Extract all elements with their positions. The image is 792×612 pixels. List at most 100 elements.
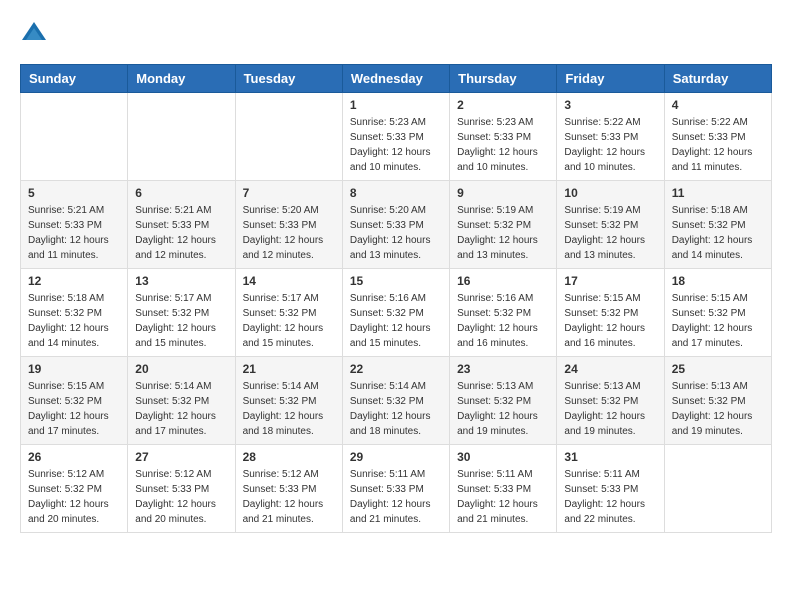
calendar-cell: 5 Sunrise: 5:21 AM Sunset: 5:33 PM Daylig…: [21, 181, 128, 269]
calendar-cell: 4 Sunrise: 5:22 AM Sunset: 5:33 PM Daylig…: [664, 93, 771, 181]
day-info: Sunrise: 5:20 AM Sunset: 5:33 PM Dayligh…: [350, 203, 442, 263]
day-number: 4: [672, 98, 764, 112]
day-number: 11: [672, 186, 764, 200]
day-number: 17: [564, 274, 656, 288]
day-number: 31: [564, 450, 656, 464]
calendar-cell: 22 Sunrise: 5:14 AM Sunset: 5:32 PM Dayli…: [342, 357, 449, 445]
day-number: 29: [350, 450, 442, 464]
day-number: 27: [135, 450, 227, 464]
calendar-week-row: 5 Sunrise: 5:21 AM Sunset: 5:33 PM Daylig…: [21, 181, 772, 269]
calendar-cell: 9 Sunrise: 5:19 AM Sunset: 5:32 PM Daylig…: [450, 181, 557, 269]
calendar-cell: 31 Sunrise: 5:11 AM Sunset: 5:33 PM Dayli…: [557, 445, 664, 533]
logo: [20, 20, 52, 48]
day-number: 15: [350, 274, 442, 288]
calendar-cell: 23 Sunrise: 5:13 AM Sunset: 5:32 PM Dayli…: [450, 357, 557, 445]
day-number: 12: [28, 274, 120, 288]
day-number: 26: [28, 450, 120, 464]
calendar-week-row: 19 Sunrise: 5:15 AM Sunset: 5:32 PM Dayli…: [21, 357, 772, 445]
day-number: 16: [457, 274, 549, 288]
day-info: Sunrise: 5:17 AM Sunset: 5:32 PM Dayligh…: [243, 291, 335, 351]
calendar-week-row: 1Sunrise: 5:23 AM Sunset: 5:33 PM Daylig…: [21, 93, 772, 181]
calendar-cell: 13 Sunrise: 5:17 AM Sunset: 5:32 PM Dayli…: [128, 269, 235, 357]
day-number: 19: [28, 362, 120, 376]
calendar-cell: 27 Sunrise: 5:12 AM Sunset: 5:33 PM Dayli…: [128, 445, 235, 533]
day-info: Sunrise: 5:12 AM Sunset: 5:33 PM Dayligh…: [135, 467, 227, 527]
day-info: Sunrise: 5:15 AM Sunset: 5:32 PM Dayligh…: [672, 291, 764, 351]
day-info: Sunrise: 5:12 AM Sunset: 5:33 PM Dayligh…: [243, 467, 335, 527]
day-number: 7: [243, 186, 335, 200]
calendar-cell: 3 Sunrise: 5:22 AM Sunset: 5:33 PM Daylig…: [557, 93, 664, 181]
calendar-cell: 15 Sunrise: 5:16 AM Sunset: 5:32 PM Dayli…: [342, 269, 449, 357]
day-number: 18: [672, 274, 764, 288]
day-number: 1: [350, 98, 442, 112]
day-info: Sunrise: 5:16 AM Sunset: 5:32 PM Dayligh…: [457, 291, 549, 351]
calendar-header-row: SundayMondayTuesdayWednesdayThursdayFrid…: [21, 65, 772, 93]
calendar-cell: 24 Sunrise: 5:13 AM Sunset: 5:32 PM Dayli…: [557, 357, 664, 445]
calendar-cell: 12Sunrise: 5:18 AM Sunset: 5:32 PM Dayli…: [21, 269, 128, 357]
calendar-cell: 25 Sunrise: 5:13 AM Sunset: 5:32 PM Dayli…: [664, 357, 771, 445]
day-number: 3: [564, 98, 656, 112]
day-info: Sunrise: 5:13 AM Sunset: 5:32 PM Dayligh…: [672, 379, 764, 439]
calendar-cell: 29Sunrise: 5:11 AM Sunset: 5:33 PM Dayli…: [342, 445, 449, 533]
calendar-cell: 2Sunrise: 5:23 AM Sunset: 5:33 PM Daylig…: [450, 93, 557, 181]
day-info: Sunrise: 5:13 AM Sunset: 5:32 PM Dayligh…: [564, 379, 656, 439]
day-number: 9: [457, 186, 549, 200]
weekday-header-saturday: Saturday: [664, 65, 771, 93]
calendar-cell: [235, 93, 342, 181]
day-info: Sunrise: 5:22 AM Sunset: 5:33 PM Dayligh…: [672, 115, 764, 175]
weekday-header-friday: Friday: [557, 65, 664, 93]
day-info: Sunrise: 5:20 AM Sunset: 5:33 PM Dayligh…: [243, 203, 335, 263]
day-number: 14: [243, 274, 335, 288]
day-number: 6: [135, 186, 227, 200]
day-info: Sunrise: 5:14 AM Sunset: 5:32 PM Dayligh…: [350, 379, 442, 439]
day-number: 10: [564, 186, 656, 200]
calendar-cell: 19 Sunrise: 5:15 AM Sunset: 5:32 PM Dayli…: [21, 357, 128, 445]
day-number: 20: [135, 362, 227, 376]
day-info: Sunrise: 5:22 AM Sunset: 5:33 PM Dayligh…: [564, 115, 656, 175]
calendar-cell: 1Sunrise: 5:23 AM Sunset: 5:33 PM Daylig…: [342, 93, 449, 181]
day-number: 8: [350, 186, 442, 200]
logo-icon: [20, 20, 48, 48]
calendar-week-row: 26 Sunrise: 5:12 AM Sunset: 5:32 PM Dayli…: [21, 445, 772, 533]
day-info: Sunrise: 5:12 AM Sunset: 5:32 PM Dayligh…: [28, 467, 120, 527]
day-info: Sunrise: 5:21 AM Sunset: 5:33 PM Dayligh…: [135, 203, 227, 263]
calendar-cell: 16 Sunrise: 5:16 AM Sunset: 5:32 PM Dayli…: [450, 269, 557, 357]
day-info: Sunrise: 5:13 AM Sunset: 5:32 PM Dayligh…: [457, 379, 549, 439]
weekday-header-wednesday: Wednesday: [342, 65, 449, 93]
day-number: 22: [350, 362, 442, 376]
weekday-header-tuesday: Tuesday: [235, 65, 342, 93]
calendar-cell: 28Sunrise: 5:12 AM Sunset: 5:33 PM Dayli…: [235, 445, 342, 533]
calendar-cell: [128, 93, 235, 181]
day-number: 24: [564, 362, 656, 376]
calendar-cell: 11 Sunrise: 5:18 AM Sunset: 5:32 PM Dayli…: [664, 181, 771, 269]
day-info: Sunrise: 5:17 AM Sunset: 5:32 PM Dayligh…: [135, 291, 227, 351]
calendar-week-row: 12Sunrise: 5:18 AM Sunset: 5:32 PM Dayli…: [21, 269, 772, 357]
calendar-cell: 10Sunrise: 5:19 AM Sunset: 5:32 PM Dayli…: [557, 181, 664, 269]
calendar-cell: 20 Sunrise: 5:14 AM Sunset: 5:32 PM Dayli…: [128, 357, 235, 445]
weekday-header-monday: Monday: [128, 65, 235, 93]
day-info: Sunrise: 5:11 AM Sunset: 5:33 PM Dayligh…: [564, 467, 656, 527]
calendar-cell: 26 Sunrise: 5:12 AM Sunset: 5:32 PM Dayli…: [21, 445, 128, 533]
day-info: Sunrise: 5:16 AM Sunset: 5:32 PM Dayligh…: [350, 291, 442, 351]
day-info: Sunrise: 5:14 AM Sunset: 5:32 PM Dayligh…: [135, 379, 227, 439]
day-number: 25: [672, 362, 764, 376]
calendar-cell: 7 Sunrise: 5:20 AM Sunset: 5:33 PM Daylig…: [235, 181, 342, 269]
day-number: 13: [135, 274, 227, 288]
calendar-cell: 14 Sunrise: 5:17 AM Sunset: 5:32 PM Dayli…: [235, 269, 342, 357]
page-header: [20, 20, 772, 48]
day-info: Sunrise: 5:11 AM Sunset: 5:33 PM Dayligh…: [457, 467, 549, 527]
day-info: Sunrise: 5:19 AM Sunset: 5:32 PM Dayligh…: [457, 203, 549, 263]
calendar-cell: 17Sunrise: 5:15 AM Sunset: 5:32 PM Dayli…: [557, 269, 664, 357]
calendar-table: SundayMondayTuesdayWednesdayThursdayFrid…: [20, 64, 772, 533]
day-number: 30: [457, 450, 549, 464]
calendar-cell: 8 Sunrise: 5:20 AM Sunset: 5:33 PM Daylig…: [342, 181, 449, 269]
weekday-header-thursday: Thursday: [450, 65, 557, 93]
day-number: 23: [457, 362, 549, 376]
calendar-cell: 21Sunrise: 5:14 AM Sunset: 5:32 PM Dayli…: [235, 357, 342, 445]
day-number: 5: [28, 186, 120, 200]
day-number: 2: [457, 98, 549, 112]
calendar-cell: [21, 93, 128, 181]
day-info: Sunrise: 5:21 AM Sunset: 5:33 PM Dayligh…: [28, 203, 120, 263]
day-info: Sunrise: 5:15 AM Sunset: 5:32 PM Dayligh…: [28, 379, 120, 439]
day-info: Sunrise: 5:18 AM Sunset: 5:32 PM Dayligh…: [672, 203, 764, 263]
